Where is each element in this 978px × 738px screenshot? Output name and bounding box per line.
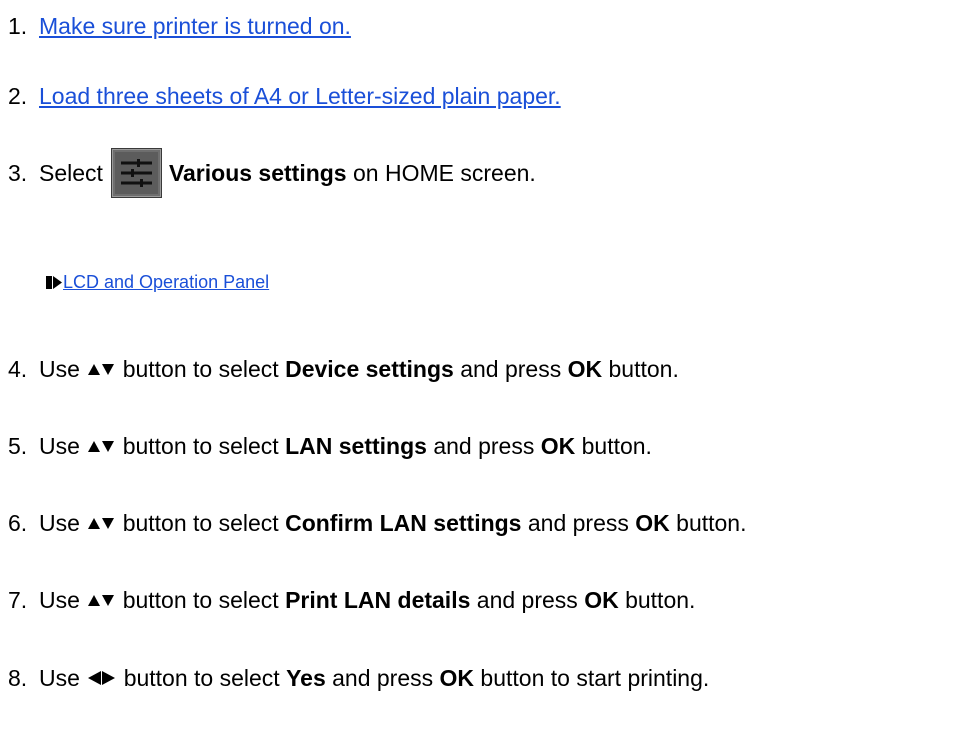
ok-label: OK (635, 510, 670, 536)
lcd-operation-panel-reference: LCD and Operation Panel (46, 271, 269, 293)
up-down-arrow-icon (88, 363, 115, 375)
step-number: 7. (8, 587, 28, 613)
step-text: on HOME screen. (353, 160, 536, 186)
up-down-arrow-icon (88, 594, 115, 606)
step-number: 2. (8, 83, 28, 109)
ok-label: OK (540, 433, 576, 459)
device-settings-label: Device settings (285, 356, 454, 382)
reference-arrow-icon (46, 275, 62, 289)
step-7: 7. Use button to select Print LAN detail… (8, 587, 696, 613)
step-number: 6. (8, 510, 28, 536)
ok-label: OK (439, 665, 475, 691)
step-6: 6. Use button to select Confirm LAN sett… (8, 510, 747, 536)
lcd-operation-panel-link[interactable]: LCD and Operation Panel (63, 271, 269, 293)
left-right-arrow-icon (88, 671, 116, 685)
step-number: 8. (8, 665, 28, 691)
step-2: 2. Load three sheets of A4 or Letter-siz… (8, 82, 561, 110)
make-sure-printer-on-link[interactable]: Make sure printer is turned on. (39, 12, 351, 40)
step-3: 3. Select Various settings on HOME scree… (8, 159, 536, 187)
step-number: 4. (8, 356, 28, 382)
various-settings-icon (111, 148, 162, 198)
yes-label: Yes (286, 665, 326, 691)
step-number: 5. (8, 433, 28, 459)
step-5: 5. Use button to select LAN settings and… (8, 433, 652, 459)
lan-settings-label: LAN settings (285, 433, 427, 459)
ok-label: OK (567, 356, 603, 382)
step-text: Select (39, 160, 103, 186)
step-number: 3. (8, 160, 28, 186)
step-1: 1. Make sure printer is turned on. (8, 12, 351, 40)
up-down-arrow-icon (88, 440, 115, 452)
load-paper-link[interactable]: Load three sheets of A4 or Letter-sized … (39, 82, 561, 110)
up-down-arrow-icon (88, 517, 115, 529)
print-lan-details-label: Print LAN details (285, 587, 471, 613)
ok-label: OK (584, 587, 619, 613)
step-8: 8. Use button to select Yes and press OK… (8, 665, 710, 691)
step-4: 4. Use button to select Device settings … (8, 356, 679, 382)
confirm-lan-settings-label: Confirm LAN settings (285, 510, 522, 536)
various-settings-label: Various settings (168, 160, 347, 186)
step-number: 1. (8, 13, 28, 39)
